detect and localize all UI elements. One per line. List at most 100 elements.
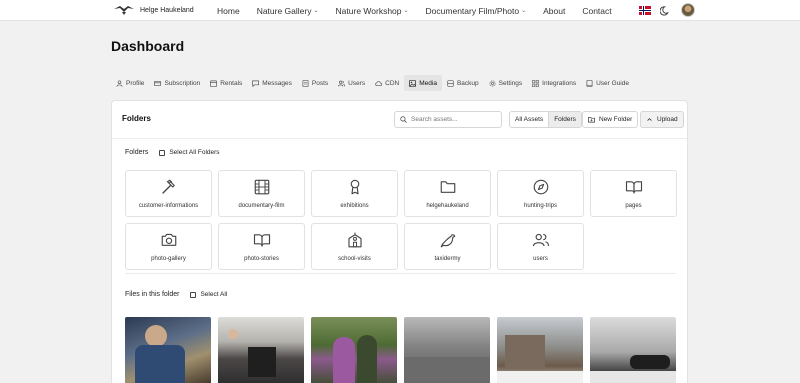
dashboard-tabs: Profile Subscription Rentals Messages Po… <box>111 75 634 91</box>
folder-card-customer-informations[interactable]: customer-informations <box>125 170 212 217</box>
tab-users[interactable]: Users <box>333 75 370 91</box>
tab-cdn[interactable]: CDN <box>370 75 404 91</box>
nav-nature-workshop[interactable]: Nature Workshop ⌄ <box>336 6 409 16</box>
folder-card-photo-gallery[interactable]: photo-gallery <box>125 223 212 270</box>
tab-subscription[interactable]: Subscription <box>149 75 205 91</box>
folder-card-exhibitions[interactable]: exhibitions <box>311 170 398 217</box>
new-folder-button[interactable]: New Folder <box>582 111 639 128</box>
tab-messages[interactable]: Messages <box>247 75 297 91</box>
gear-icon <box>489 80 496 86</box>
tab-messages-label: Messages <box>262 79 292 87</box>
search-icon <box>400 116 407 123</box>
nav-nature-gallery-label: Nature Gallery <box>256 5 312 16</box>
eagle-logo-icon <box>114 6 134 15</box>
folder-card-taxidermy[interactable]: taxidermy <box>404 223 491 270</box>
photo-detail <box>145 325 167 347</box>
folder-name: photo-stories <box>244 256 279 262</box>
section-divider <box>125 273 676 274</box>
nav-home-label: Home <box>217 5 240 16</box>
book-icon <box>586 79 593 87</box>
file-thumbnail[interactable] <box>218 317 304 383</box>
nav-documentary[interactable]: Documentary Film/Photo ⌄ <box>426 6 527 16</box>
tab-media-label: Media <box>419 79 437 87</box>
moon-icon[interactable] <box>660 5 671 16</box>
file-thumbnail[interactable] <box>311 317 397 383</box>
nav-nature-workshop-label: Nature Workshop <box>335 5 402 16</box>
tab-posts[interactable]: Posts <box>297 75 333 91</box>
nav-home[interactable]: Home <box>217 6 240 16</box>
nav-about[interactable]: About <box>543 6 565 16</box>
top-navigation: Helge Haukeland Home Nature Gallery ⌄ Nat… <box>0 0 800 21</box>
media-panel-header: Folders All Assets Folders New Folder Up… <box>112 101 687 139</box>
photo-detail <box>630 355 670 369</box>
tab-profile-label: Profile <box>126 79 145 87</box>
tab-backup[interactable]: Backup <box>442 75 484 91</box>
tab-rentals[interactable]: Rentals <box>205 75 247 91</box>
folder-card-pages[interactable]: pages <box>590 170 677 217</box>
nav-contact[interactable]: Contact <box>582 6 611 16</box>
users-icon <box>532 233 549 247</box>
photo-detail <box>357 335 377 383</box>
folders-view-button[interactable]: Folders <box>548 112 581 127</box>
folder-name: school-visits <box>338 256 371 262</box>
nav-actions <box>639 3 695 17</box>
photo-detail <box>497 371 583 383</box>
compass-icon <box>533 179 548 195</box>
folder-name: taxidermy <box>434 256 461 262</box>
folder-card-helgehaukeland[interactable]: helgehaukeland <box>404 170 491 217</box>
tab-media[interactable]: Media <box>404 75 442 91</box>
award-icon <box>350 179 359 195</box>
film-icon <box>254 179 269 195</box>
tab-integrations[interactable]: Integrations <box>527 75 581 91</box>
avatar[interactable] <box>681 3 695 17</box>
upload-button[interactable]: Upload <box>640 111 684 128</box>
book-open-icon <box>625 181 642 194</box>
file-thumbnail[interactable] <box>125 317 211 383</box>
database-icon <box>447 79 454 87</box>
folder-card-school-visits[interactable]: school-visits <box>311 223 398 270</box>
chevron-down-icon: ⌄ <box>313 8 319 14</box>
chevron-down-icon: ⌄ <box>521 8 527 14</box>
tab-rentals-label: Rentals <box>220 79 243 87</box>
folder-card-hunting-trips[interactable]: hunting-trips <box>497 170 584 217</box>
media-panel: Folders All Assets Folders New Folder Up… <box>111 100 688 383</box>
photo-detail <box>228 329 238 339</box>
all-assets-button[interactable]: All Assets <box>510 112 548 127</box>
norwegian-flag-icon[interactable] <box>639 5 651 15</box>
card-icon <box>154 80 162 86</box>
tab-settings[interactable]: Settings <box>484 75 528 91</box>
folder-name: helgehaukeland <box>426 203 469 209</box>
folder-card-users[interactable]: users <box>497 223 584 270</box>
school-icon <box>347 232 362 248</box>
tab-profile[interactable]: Profile <box>111 75 149 91</box>
nav-nature-gallery[interactable]: Nature Gallery ⌄ <box>257 6 319 16</box>
tab-user-guide[interactable]: User Guide <box>581 75 634 91</box>
folders-section-label: Folders <box>125 149 149 156</box>
hammer-icon <box>161 179 175 194</box>
photo-detail <box>590 371 676 383</box>
folder-card-photo-stories[interactable]: photo-stories <box>218 223 305 270</box>
file-thumbnail[interactable] <box>590 317 676 383</box>
tab-cdn-label: CDN <box>385 79 400 87</box>
chevron-up-icon <box>647 118 652 121</box>
brand-name: Helge Haukeland <box>140 6 194 14</box>
tab-subscription-label: Subscription <box>164 79 201 87</box>
folder-name: hunting-trips <box>523 203 558 209</box>
folder-plus-icon <box>588 116 595 123</box>
file-thumbnail[interactable] <box>404 317 490 383</box>
folder-name: users <box>533 256 548 262</box>
brand-link[interactable]: Helge Haukeland <box>113 4 194 16</box>
folder-name: customer-informations <box>138 203 199 209</box>
select-all-files-checkbox[interactable] <box>190 291 197 298</box>
image-icon <box>409 79 417 87</box>
search-input[interactable] <box>411 116 501 123</box>
folder-card-documentary-film[interactable]: documentary-film <box>218 170 305 217</box>
asset-search[interactable] <box>394 111 502 128</box>
folder-name: photo-gallery <box>151 256 186 262</box>
file-thumbnail[interactable] <box>497 317 583 383</box>
files-section-header: Files in this folder Select All <box>125 291 227 298</box>
select-all-folders-checkbox[interactable] <box>159 149 166 156</box>
camera-icon <box>161 233 176 246</box>
main-nav-links: Home Nature Gallery ⌄ Nature Workshop ⌄ Do… <box>217 0 629 21</box>
select-all-files-label: Select All <box>200 291 228 298</box>
